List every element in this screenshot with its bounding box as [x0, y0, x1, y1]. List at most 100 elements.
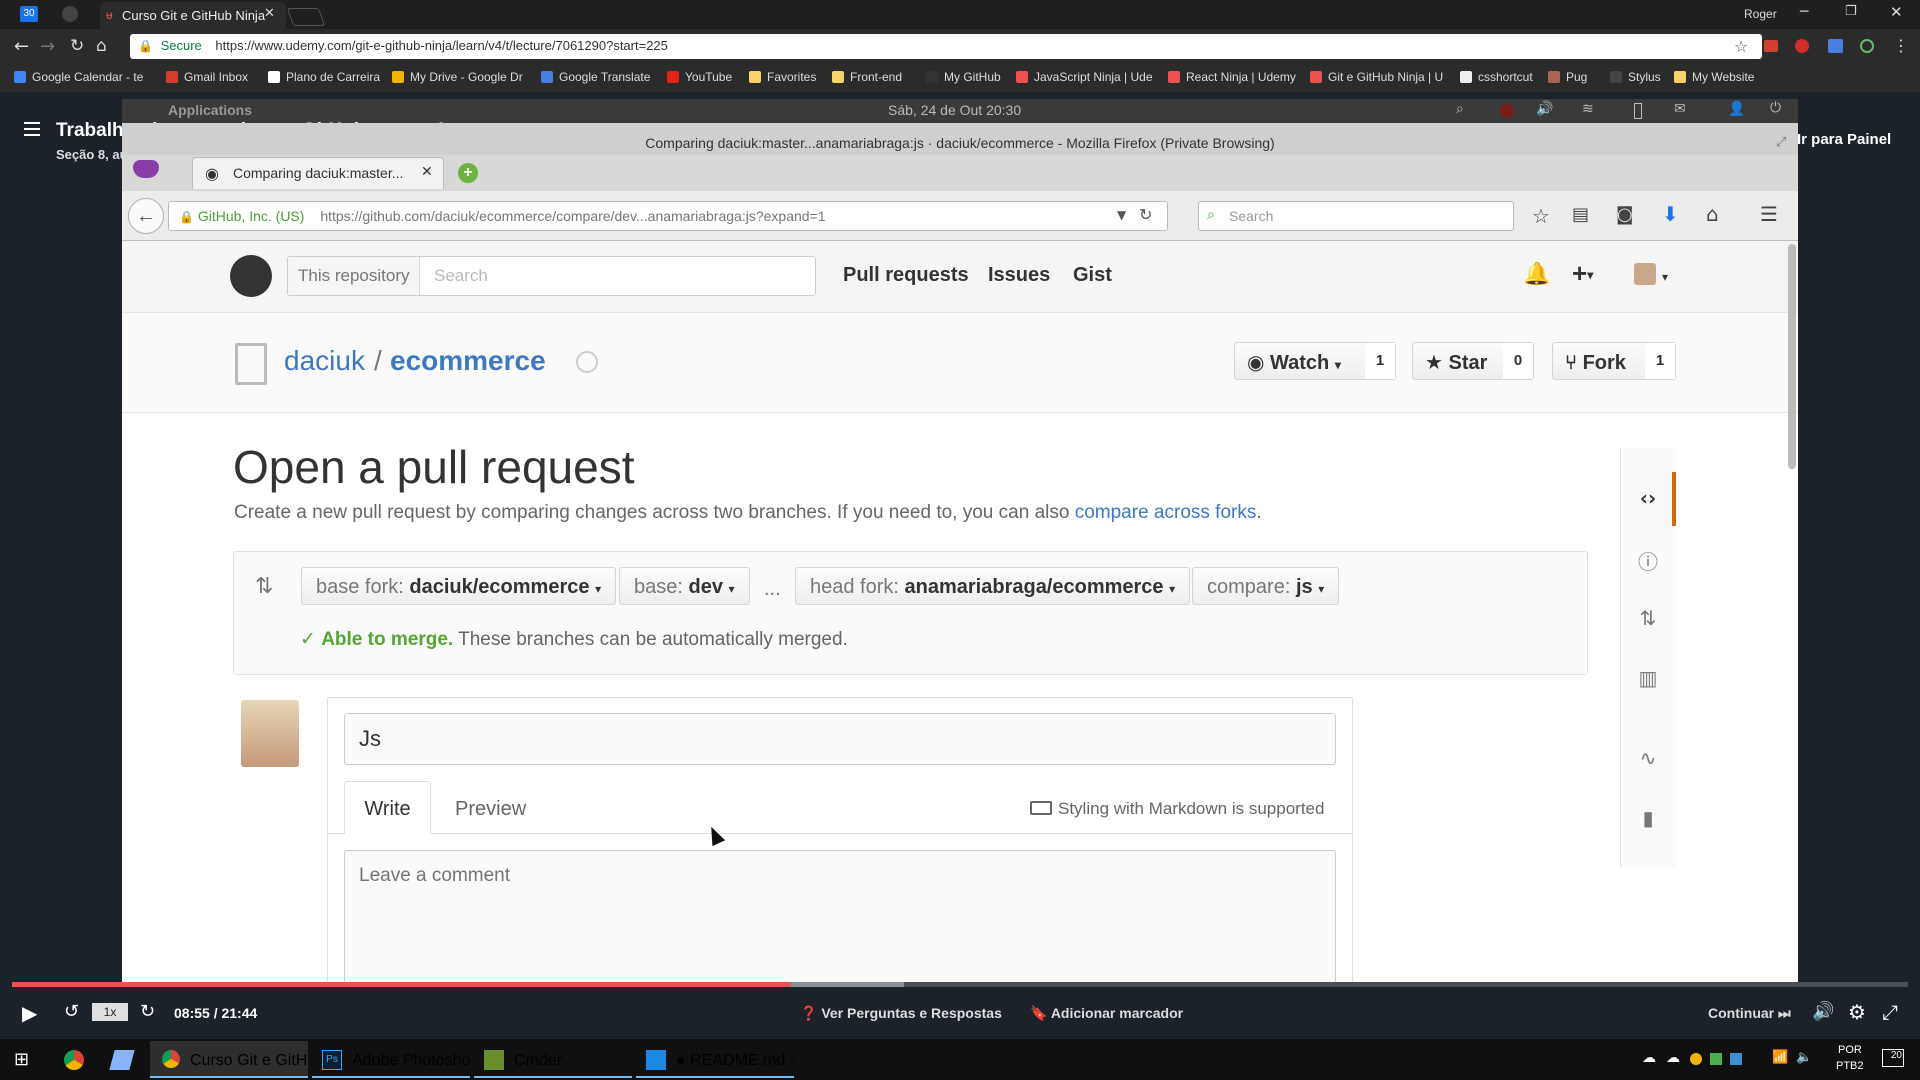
bookmark-item[interactable]: csshortcut [1460, 70, 1533, 84]
avatar-menu[interactable] [1634, 263, 1656, 285]
new-tab-icon[interactable]: + [458, 163, 478, 183]
issue-icon[interactable]: ⓘ [1636, 546, 1660, 574]
repo-owner-link[interactable]: daciuk [284, 345, 365, 377]
tray-box-icon[interactable] [1730, 1053, 1742, 1065]
tray-app-icon[interactable] [1690, 1053, 1702, 1065]
firefox-search-bar[interactable]: ⌕ Search [1198, 201, 1514, 231]
close-window-icon[interactable]: ✕ [1890, 3, 1903, 21]
code-icon[interactable]: ‹› [1636, 486, 1660, 510]
wiki-book-icon[interactable]: ▥ [1636, 666, 1660, 690]
windows-start-icon[interactable]: ⊞ [14, 1049, 29, 1070]
new-tab-button[interactable] [286, 8, 326, 26]
close-tab-icon[interactable]: ✕ [264, 6, 275, 21]
tray-language[interactable]: POR [1838, 1044, 1862, 1056]
play-icon[interactable]: ▶ [22, 1001, 37, 1025]
firefox-url-bar[interactable]: 🔒 GitHub, Inc. (US) https://github.com/d… [168, 201, 1168, 231]
bookmark-star-icon[interactable]: ☆ [1734, 37, 1748, 56]
lastpass-ext-icon[interactable] [1795, 39, 1809, 53]
forward-icon[interactable]: → [40, 36, 55, 57]
notification-bell-icon[interactable]: 🔔 [1523, 262, 1550, 287]
compare-forks-link[interactable]: compare across forks [1075, 502, 1257, 523]
tray-cloud-icon[interactable]: ☁ [1642, 1050, 1656, 1066]
tab-write[interactable]: Write [344, 781, 431, 834]
bookmark-item[interactable]: My GitHub [926, 70, 1001, 84]
dropdown-icon[interactable]: ▼ [1117, 208, 1126, 222]
go-to-dashboard-link[interactable]: Ir para Painel [1797, 131, 1891, 148]
chrome-user[interactable]: Roger [1744, 7, 1777, 21]
home-icon[interactable]: ⌂ [96, 36, 107, 56]
chevron-down-icon[interactable]: ▾ [1662, 270, 1668, 284]
tray-keyboard-layout[interactable]: PTB2 [1836, 1060, 1864, 1072]
gmail-ext-icon[interactable] [1764, 40, 1778, 52]
watch-button[interactable]: ◉ Watch ▾ 1 [1234, 342, 1396, 380]
qa-link[interactable]: ❓ Ver Perguntas e Respostas [800, 1005, 1002, 1022]
settings-gear-icon[interactable]: ⚙ [1848, 1000, 1866, 1024]
tray-network-icon[interactable]: 📶 [1772, 1050, 1788, 1065]
hamburger-menu-icon[interactable]: ☰ [1760, 202, 1778, 226]
reload-icon[interactable]: ↻ [70, 36, 84, 56]
tab-preview[interactable]: Preview [455, 798, 526, 821]
bookmark-item[interactable]: Google Translate [541, 70, 650, 84]
speed-button[interactable]: 1x [92, 1003, 128, 1021]
bookmark-item[interactable]: Plano de Carreira [268, 70, 380, 84]
minimize-icon[interactable]: ─ [1800, 4, 1808, 20]
ext-circle-icon[interactable] [1860, 39, 1874, 53]
bookmark-item[interactable]: Pug [1548, 70, 1587, 84]
chrome-pinned-icon[interactable] [64, 1050, 84, 1070]
taskbar-item-cmder[interactable]: Cmder [474, 1041, 632, 1078]
bookmarks-list-icon[interactable]: ▤ [1572, 204, 1589, 225]
reload-icon[interactable]: ↻ [1139, 205, 1152, 224]
chrome-tab-active[interactable]: ᵾ Curso Git e GitHub Ninja [100, 2, 286, 29]
bookmark-item[interactable]: Stylus [1610, 70, 1661, 84]
fork-button[interactable]: ⑂ Fork 1 [1552, 342, 1676, 380]
apps-tab-icon[interactable]: 30 [20, 6, 38, 22]
nav-pull-requests[interactable]: Pull requests [843, 264, 969, 287]
nav-gist[interactable]: Gist [1073, 264, 1112, 287]
nav-issues[interactable]: Issues [988, 264, 1050, 287]
taskbar-item-photoshop[interactable]: Ps Adobe Photoshop ... [312, 1041, 470, 1078]
taskbar-item-chrome[interactable]: Curso Git e GitHub ... [150, 1041, 308, 1078]
compare-branch-select[interactable]: compare: js ▾ [1192, 567, 1340, 605]
taskbar-item-vscode[interactable]: ● README.md - an... [636, 1041, 794, 1078]
bookmark-item[interactable]: YouTube [667, 70, 732, 84]
pr-title-input[interactable] [344, 713, 1336, 765]
bookmark-folder[interactable]: My Website [1674, 70, 1754, 84]
github-search-box[interactable]: This repository Search [287, 256, 816, 296]
pocket-icon[interactable]: ◙ [1616, 204, 1633, 225]
close-tab-icon[interactable]: ✕ [421, 164, 433, 180]
omnibox[interactable]: 🔒 Secure https://www.udemy.com/git-e-git… [130, 34, 1762, 59]
volume-icon[interactable]: 🔊 [1812, 1001, 1834, 1022]
back-button[interactable]: ← [128, 198, 164, 234]
markdown-note[interactable]: Styling with Markdown is supported [1030, 799, 1324, 819]
menu-list-icon[interactable] [24, 122, 40, 136]
bookmark-star-icon[interactable]: ☆ [1532, 204, 1550, 228]
home-icon[interactable]: ⌂ [1706, 202, 1719, 226]
pull-request-icon[interactable]: ⇅ [1636, 606, 1660, 630]
repo-name-link[interactable]: ecommerce [390, 345, 546, 377]
fork-count[interactable]: 1 [1645, 343, 1675, 379]
continue-button[interactable]: Continuar ⏭ [1708, 1005, 1791, 1022]
github-logo-icon[interactable] [230, 255, 272, 297]
star-count[interactable]: 0 [1503, 343, 1533, 379]
tray-onedrive-icon[interactable]: ☁ [1666, 1050, 1680, 1066]
action-center-icon[interactable]: 20 [1882, 1049, 1904, 1067]
page-scrollbar[interactable] [1788, 244, 1796, 469]
base-branch-select[interactable]: base: dev ▾ [619, 567, 750, 605]
bookmark-folder[interactable]: Favorites [749, 70, 816, 84]
restore-icon[interactable]: ❐ [1845, 4, 1857, 19]
bookmark-item[interactable]: React Ninja | Udemy [1168, 70, 1296, 84]
head-fork-select[interactable]: head fork: anamariabraga/ecommerce ▾ [795, 567, 1191, 605]
bookmark-folder[interactable]: Front-end [832, 70, 902, 84]
bookmark-item[interactable]: JavaScript Ninja | Ude [1016, 70, 1152, 84]
download-icon[interactable]: ⬇ [1662, 202, 1679, 226]
bookmark-item[interactable]: Google Calendar - te [14, 70, 143, 84]
forward-icon[interactable]: ↻ [140, 1001, 155, 1022]
pulse-icon[interactable]: ∿ [1636, 746, 1660, 770]
bookmark-item[interactable]: Gmail Inbox [166, 70, 248, 84]
expand-icon[interactable]: ⤢ [1776, 134, 1786, 150]
firefox-tab-active[interactable]: ◉ Comparing daciuk:master... ✕ [192, 157, 444, 189]
tray-volume-icon[interactable]: 🔈 [1796, 1050, 1812, 1065]
bookmark-item[interactable]: Git e GitHub Ninja | U [1310, 70, 1446, 84]
create-new-menu[interactable]: +▾ [1572, 258, 1593, 289]
rewind-icon[interactable]: ↺ [64, 1001, 79, 1022]
